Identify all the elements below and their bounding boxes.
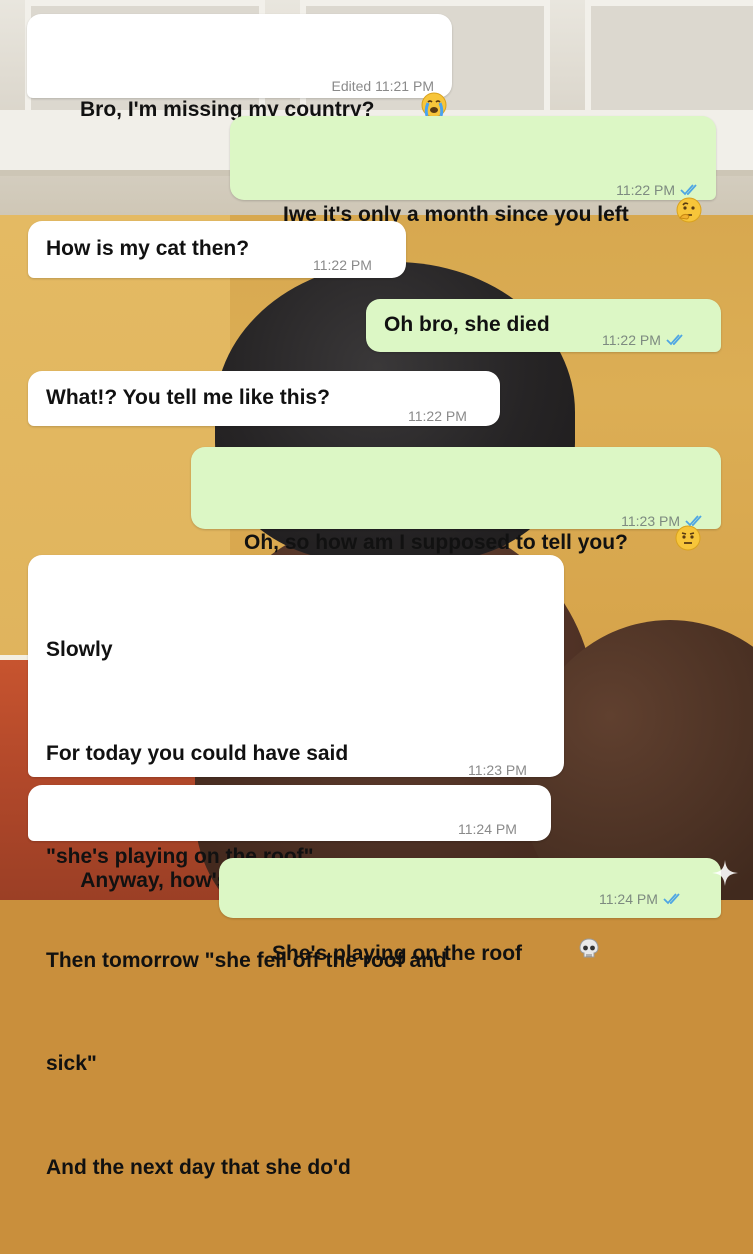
message-timestamp: 11:22 PM bbox=[313, 257, 372, 273]
message-timestamp: 11:22 PM bbox=[602, 332, 661, 348]
message-bubble-outgoing[interactable]: Oh, so how am I supposed to tell you? 11… bbox=[191, 447, 721, 554]
skull-icon bbox=[530, 903, 601, 1006]
message-text: How is my cat then? bbox=[46, 237, 250, 260]
message-timestamp: 11:23 PM bbox=[621, 513, 680, 529]
message-bubble-outgoing[interactable]: Oh bro, she died 11:22 PM bbox=[366, 299, 721, 352]
message-bubble-incoming[interactable]: How is my cat then? 11:22 PM bbox=[28, 221, 406, 278]
message-timestamp: 11:22 PM bbox=[616, 182, 675, 198]
message-timestamp: 11:24 PM bbox=[458, 821, 517, 837]
double-check-icon bbox=[663, 883, 683, 917]
message-bubble-outgoing[interactable]: Iwe it's only a month since you left 11:… bbox=[230, 116, 716, 226]
sparkle-icon bbox=[711, 859, 739, 892]
message-bubble-incoming[interactable]: Bro, I'm missing my country? Edited 11:2… bbox=[27, 14, 452, 121]
message-line: For today you could have said bbox=[46, 741, 349, 765]
message-bubble-incoming[interactable]: Slowly For today you could have said "sh… bbox=[28, 555, 564, 1179]
double-check-icon bbox=[666, 324, 686, 358]
message-text: Oh, so how am I supposed to tell you? bbox=[244, 531, 628, 555]
message-line: Slowly bbox=[46, 638, 113, 661]
chat-thread[interactable]: Bro, I'm missing my country? Edited 11:2… bbox=[0, 0, 753, 1179]
message-text: What!? You tell me like this? bbox=[46, 386, 330, 409]
message-bubble-incoming[interactable]: Anyway, how's my grandma ? 11:24 PM bbox=[28, 785, 551, 892]
message-timestamp: Edited 11:21 PM bbox=[331, 78, 434, 94]
message-bubble-outgoing[interactable]: She's playing on the roof 11:24 PM bbox=[219, 858, 721, 965]
message-timestamp: 11:22 PM bbox=[408, 408, 467, 424]
message-bubble-incoming[interactable]: What!? You tell me like this? 11:22 PM bbox=[28, 371, 500, 426]
message-text: Oh bro, she died bbox=[384, 313, 550, 336]
double-check-icon bbox=[680, 174, 700, 208]
message-line: sick" bbox=[46, 1052, 97, 1075]
double-check-icon bbox=[685, 505, 705, 539]
message-line: And the next day that she do'd bbox=[46, 1155, 351, 1179]
message-text: She's playing on the roof bbox=[272, 942, 523, 966]
message-timestamp: 11:23 PM bbox=[468, 762, 527, 778]
message-timestamp: 11:24 PM bbox=[599, 891, 658, 907]
